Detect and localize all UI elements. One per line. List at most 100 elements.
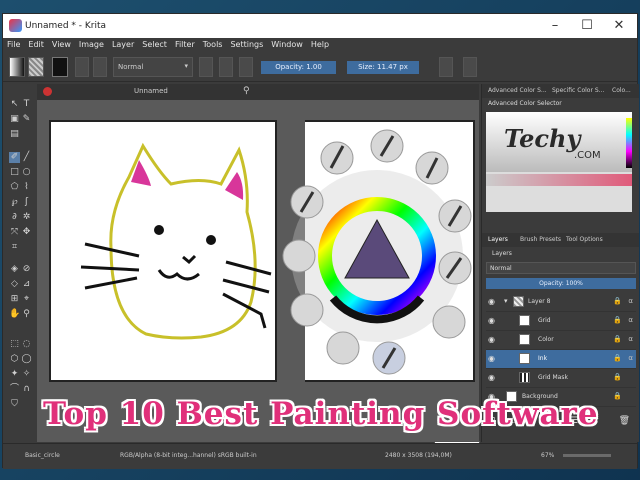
- ellipse-tool-icon[interactable]: ○: [21, 167, 32, 178]
- move-tool-icon[interactable]: ✥: [21, 227, 32, 238]
- eraser-icon[interactable]: [199, 57, 213, 77]
- eye-icon[interactable]: ◉: [488, 335, 497, 344]
- menu-view[interactable]: View: [48, 38, 75, 52]
- polyline-tool-icon[interactable]: ⌇: [21, 182, 32, 193]
- color-selector-area[interactable]: Techy .COM: [486, 112, 632, 212]
- color-swap-icon[interactable]: [52, 57, 68, 77]
- similar-select-tool-icon[interactable]: ✧: [21, 369, 32, 380]
- tab-brush-presets[interactable]: Brush Presets: [520, 236, 561, 243]
- layer-row-selected[interactable]: ◉ Ink 🔒 α: [486, 350, 636, 369]
- transform-tool-icon[interactable]: ⤧: [9, 227, 20, 238]
- polygon-tool-icon[interactable]: ⬠: [9, 182, 20, 193]
- freehand-select-tool-icon[interactable]: ◯: [21, 354, 32, 365]
- crop-tool-icon[interactable]: ⌗: [9, 242, 20, 253]
- alpha-icon[interactable]: α: [628, 335, 633, 343]
- group-chevron-icon[interactable]: ▾: [504, 297, 508, 305]
- freehand-path-tool-icon[interactable]: ʃ: [21, 197, 32, 208]
- polygon-select-tool-icon[interactable]: ⬡: [9, 354, 20, 365]
- close-button[interactable]: ✕: [606, 17, 632, 35]
- document-tab[interactable]: Unnamed ⚲: [37, 84, 479, 100]
- reload-preset-icon[interactable]: [239, 57, 253, 77]
- color-strip[interactable]: [486, 174, 632, 186]
- preserve-alpha-icon[interactable]: [219, 57, 233, 77]
- layer-blend-select[interactable]: Normal: [486, 262, 636, 274]
- menu-edit[interactable]: Edit: [24, 38, 48, 52]
- eye-icon[interactable]: ◉: [488, 354, 497, 363]
- zoom-slider[interactable]: [563, 454, 611, 457]
- lock-icon[interactable]: 🔒: [613, 354, 622, 362]
- lock-icon[interactable]: 🔒: [613, 316, 622, 324]
- menu-filter[interactable]: Filter: [171, 38, 199, 52]
- assistant-tool-icon[interactable]: ◇: [9, 279, 20, 290]
- blend-mode-select[interactable]: Normal ▾: [113, 57, 193, 77]
- menu-layer[interactable]: Layer: [108, 38, 138, 52]
- pin-icon[interactable]: ⚲: [243, 86, 250, 96]
- pan-tool-icon[interactable]: ✋: [9, 309, 20, 320]
- alpha-icon[interactable]: α: [628, 354, 633, 362]
- minimize-button[interactable]: –: [542, 17, 568, 35]
- bezier-tool-icon[interactable]: ℘: [9, 197, 20, 208]
- gradient-preset-button[interactable]: [9, 57, 25, 77]
- eye-icon[interactable]: ◉: [488, 316, 497, 325]
- gradient-tool-icon[interactable]: ▤: [9, 129, 20, 140]
- contiguous-select-tool-icon[interactable]: ✦: [9, 369, 20, 380]
- tab-color[interactable]: Colo...: [612, 87, 631, 94]
- magnetic-select-tool-icon[interactable]: ∩: [21, 384, 32, 395]
- canvas-paper-left[interactable]: [49, 120, 277, 382]
- color-picker-tool-icon[interactable]: ⊘: [21, 264, 32, 275]
- mirror-horizontal-icon[interactable]: [439, 57, 453, 77]
- size-slider[interactable]: Size: 11.47 px: [347, 61, 419, 74]
- bezier-select-tool-icon[interactable]: ⌒: [9, 384, 20, 395]
- menu-select[interactable]: Select: [138, 38, 171, 52]
- text-tool-icon[interactable]: T: [21, 99, 32, 110]
- tab-layers[interactable]: Layers: [488, 236, 508, 243]
- layer-row[interactable]: ◉ Color 🔒 α: [486, 331, 636, 350]
- eye-icon[interactable]: ◉: [488, 373, 497, 382]
- lock-icon[interactable]: 🔒: [613, 373, 622, 381]
- menu-tools[interactable]: Tools: [199, 38, 227, 52]
- lock-icon[interactable]: 🔒: [613, 335, 622, 343]
- measure-tool-icon[interactable]: ⊿: [21, 279, 32, 290]
- grid-settings-icon[interactable]: [93, 57, 107, 77]
- layer-row[interactable]: ◉ Grid 🔒 α: [486, 312, 636, 331]
- tab-tool-options[interactable]: Tool Options: [566, 236, 603, 243]
- canvas-area[interactable]: Unnamed ⚲: [37, 84, 480, 454]
- ellipse-select-tool-icon[interactable]: ◌: [21, 339, 32, 350]
- multibrush-tool-icon[interactable]: ✲: [21, 212, 32, 223]
- mirror-vertical-icon[interactable]: [463, 57, 477, 77]
- fill-tool-icon[interactable]: ◈: [9, 264, 20, 275]
- status-doc-size: 2480 x 3508 (194,0M): [385, 452, 452, 459]
- menu-image[interactable]: Image: [75, 38, 108, 52]
- menu-file[interactable]: File: [3, 38, 24, 52]
- rect-select-tool-icon[interactable]: ⬚: [9, 339, 20, 350]
- pattern-preset-button[interactable]: [28, 57, 44, 77]
- opacity-slider[interactable]: Opacity: 1.00: [261, 61, 336, 74]
- maximize-button[interactable]: ☐: [574, 17, 600, 35]
- rectangle-tool-icon[interactable]: □: [9, 167, 20, 178]
- line-tool-icon[interactable]: ╱: [21, 152, 32, 163]
- pop-up-palette[interactable]: [277, 116, 477, 386]
- dynamic-brush-tool-icon[interactable]: ∂: [9, 212, 20, 223]
- zoom-tool-icon[interactable]: ⚲: [21, 309, 32, 320]
- color-history[interactable]: [626, 118, 632, 168]
- layer-row[interactable]: ◉ ▾ Layer 8 🔒 α: [486, 293, 636, 312]
- menu-settings[interactable]: Settings: [226, 38, 267, 52]
- brush-settings-icon[interactable]: [75, 57, 89, 77]
- layer-opacity-slider[interactable]: Opacity: 100%: [486, 278, 636, 289]
- menu-help[interactable]: Help: [307, 38, 333, 52]
- alpha-icon[interactable]: α: [628, 297, 633, 305]
- tab-specific-color[interactable]: Specific Color S...: [552, 87, 604, 94]
- eye-icon[interactable]: ◉: [488, 297, 497, 306]
- lock-icon[interactable]: 🔒: [613, 297, 622, 305]
- alpha-icon[interactable]: α: [628, 316, 633, 324]
- shield-select-tool-icon[interactable]: ⛉: [9, 399, 20, 410]
- freehand-brush-tool-icon[interactable]: ✐: [9, 152, 20, 163]
- tab-advanced-color[interactable]: Advanced Color S...: [488, 87, 547, 94]
- menu-window[interactable]: Window: [267, 38, 307, 52]
- calligraphy-tool-icon[interactable]: ✎: [21, 114, 32, 125]
- layer-row[interactable]: ◉ Grid Mask 🔒: [486, 369, 636, 388]
- edit-shapes-tool-icon[interactable]: ▣: [9, 114, 20, 125]
- smart-patch-tool-icon[interactable]: ⌖: [21, 294, 32, 305]
- reference-tool-icon[interactable]: ⊞: [9, 294, 20, 305]
- select-shapes-tool-icon[interactable]: ↖: [9, 99, 20, 110]
